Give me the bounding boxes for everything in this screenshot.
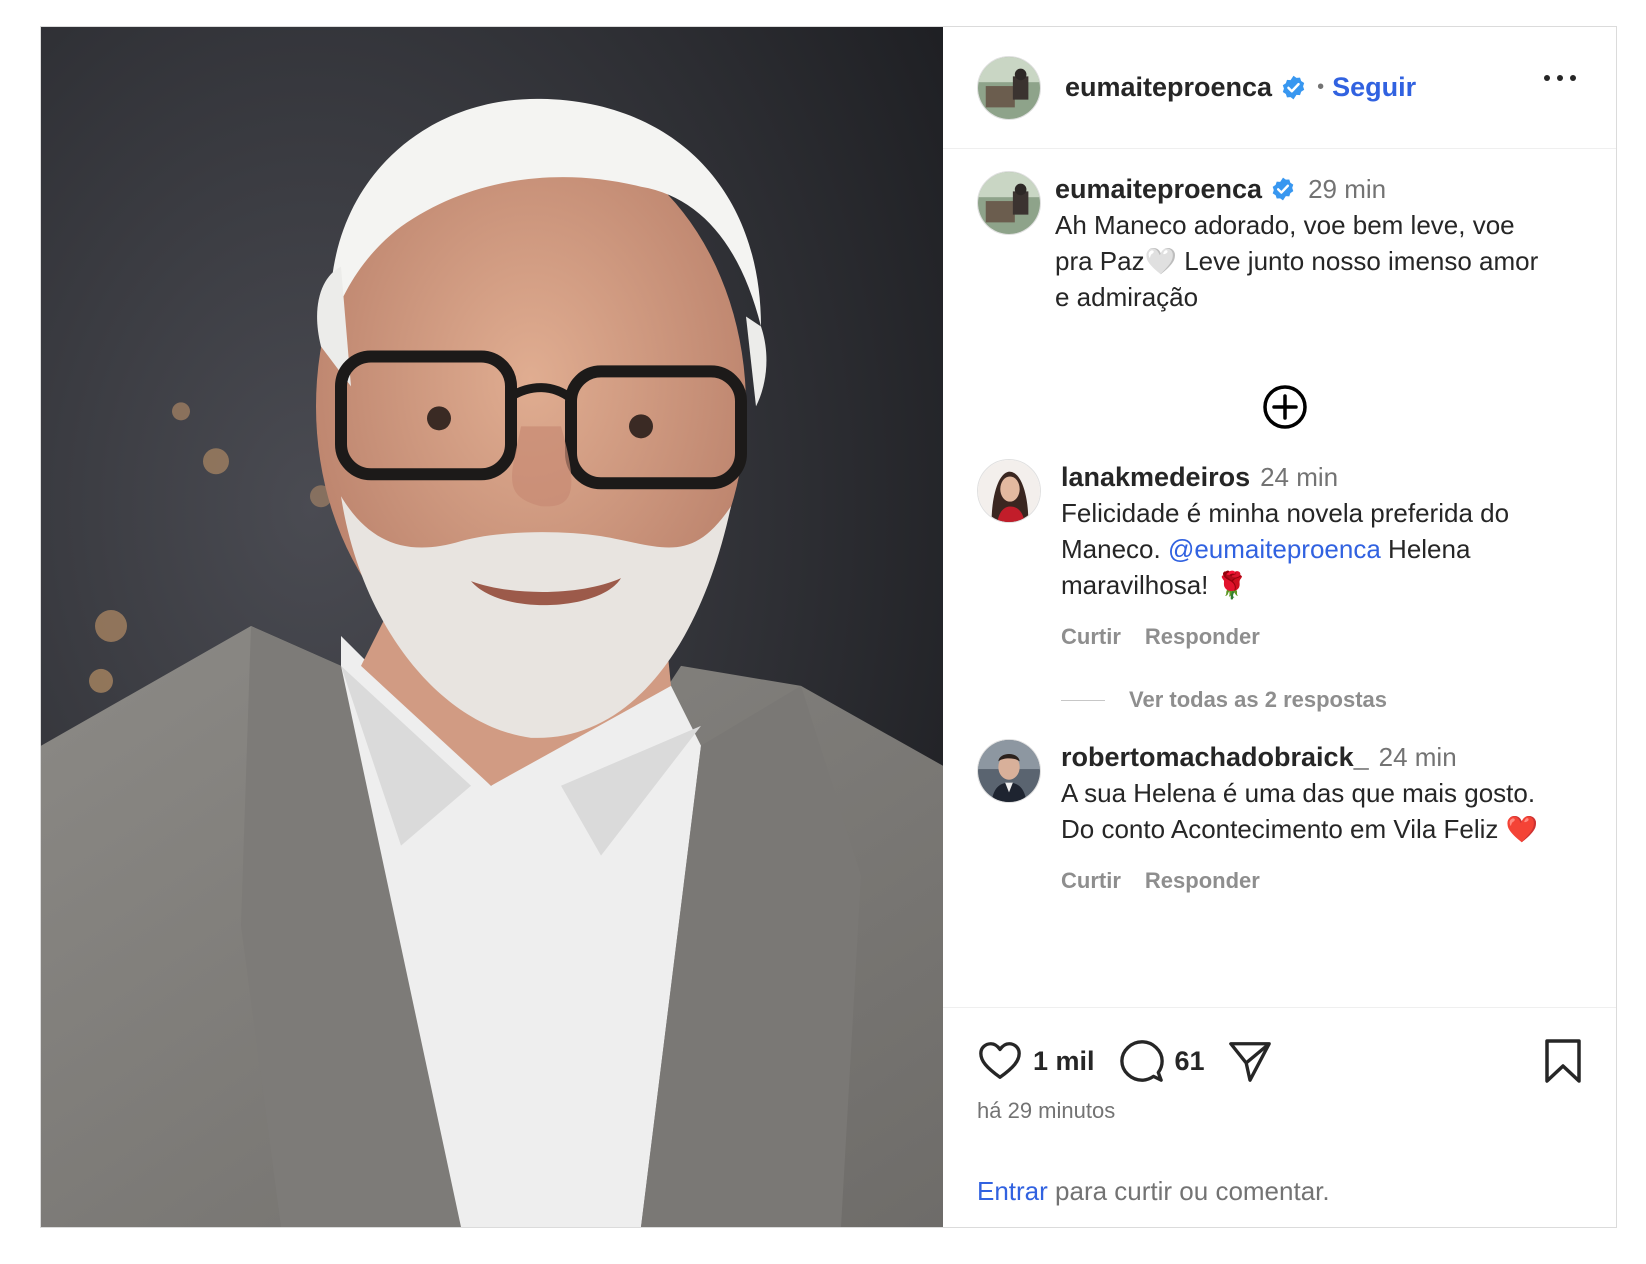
heart-icon[interactable]	[977, 1038, 1023, 1084]
comment-icon[interactable]	[1119, 1038, 1165, 1084]
commenter-username[interactable]: robertomachadobraick_	[1061, 739, 1369, 775]
follow-button[interactable]: Seguir	[1332, 72, 1416, 103]
post-photo[interactable]	[41, 27, 943, 1227]
post-timestamp: há 29 minutos	[977, 1098, 1116, 1123]
verified-icon	[1272, 177, 1294, 201]
caption-body: eumaiteproenca 29 min Ah Maneco adorado,…	[1055, 171, 1545, 315]
login-prompt-text: para curtir ou comentar.	[1047, 1176, 1330, 1206]
separator-dot: •	[1317, 76, 1325, 98]
more-icon[interactable]	[1544, 75, 1576, 81]
caption-time: 29 min	[1308, 174, 1387, 204]
comment-item: robertomachadobraick_ 24 min A sua Helen…	[977, 739, 1586, 899]
verified-icon	[1282, 75, 1305, 100]
author-username[interactable]: eumaiteproenca	[1065, 72, 1272, 103]
comment-body: lanakmedeiros 24 min Felicidade é minha …	[1061, 459, 1561, 655]
comment-text: Felicidade é minha novela preferida do M…	[1061, 495, 1561, 603]
instagram-post: eumaiteproenca • Seguir eumaiteproenca 2…	[40, 26, 1617, 1228]
comment-actions: Curtir Responder	[1061, 619, 1561, 655]
post-header: eumaiteproenca • Seguir	[943, 27, 1616, 149]
mention-link[interactable]: @eumaiteproenca	[1168, 534, 1381, 564]
comment-time: 24 min	[1378, 742, 1457, 772]
login-link[interactable]: Entrar	[977, 1176, 1048, 1206]
share-icon[interactable]	[1227, 1038, 1273, 1084]
add-circle-icon[interactable]	[1261, 383, 1309, 431]
commenter-avatar[interactable]	[977, 739, 1041, 803]
author-avatar[interactable]	[977, 55, 1041, 120]
view-replies-label: Ver todas as 2 respostas	[1129, 687, 1388, 712]
login-prompt: Entrar para curtir ou comentar.	[977, 1176, 1330, 1207]
caption-avatar[interactable]	[977, 171, 1041, 235]
caption-text: Ah Maneco adorado, voe bem leve, voe pra…	[1055, 210, 1539, 312]
post-footer: 1 mil 61 há 29 minutos Entrar para curti…	[943, 1007, 1616, 1227]
comments-section: eumaiteproenca 29 min Ah Maneco adorado,…	[943, 149, 1616, 1007]
reply-button[interactable]: Responder	[1145, 619, 1260, 655]
commenter-avatar[interactable]	[977, 459, 1041, 523]
replies-divider	[1061, 699, 1105, 701]
comment-body: robertomachadobraick_ 24 min A sua Helen…	[1061, 739, 1561, 899]
reply-button[interactable]: Responder	[1145, 863, 1260, 899]
comment-time: 24 min	[1260, 462, 1339, 492]
likes-count[interactable]: 1 mil	[1033, 1046, 1095, 1077]
like-comment-button[interactable]: Curtir	[1061, 863, 1121, 899]
commenter-username[interactable]: lanakmedeiros	[1061, 459, 1250, 495]
comment-actions: Curtir Responder	[1061, 863, 1561, 899]
caption-username[interactable]: eumaiteproenca	[1055, 171, 1262, 207]
action-bar: 1 mil 61	[977, 1038, 1273, 1084]
comment-item: lanakmedeiros 24 min Felicidade é minha …	[977, 459, 1586, 655]
post-sidebar: eumaiteproenca • Seguir eumaiteproenca 2…	[943, 27, 1616, 1227]
like-comment-button[interactable]: Curtir	[1061, 619, 1121, 655]
portrait-image	[41, 27, 943, 1227]
post-caption: eumaiteproenca 29 min Ah Maneco adorado,…	[977, 171, 1576, 315]
comment-text: A sua Helena é uma das que mais gosto. D…	[1061, 778, 1539, 844]
view-replies-button[interactable]: Ver todas as 2 respostas	[1061, 687, 1387, 713]
bookmark-icon[interactable]	[1542, 1038, 1584, 1084]
comments-count[interactable]: 61	[1175, 1046, 1205, 1077]
